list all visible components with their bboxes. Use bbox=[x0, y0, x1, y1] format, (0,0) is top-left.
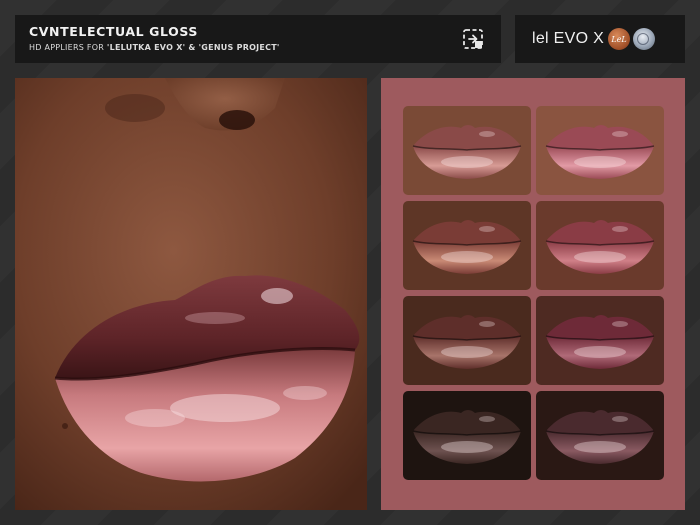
product-subtitle: HD APPLIERS FOR 'LELUTKA EVO X' & 'GENUS… bbox=[29, 43, 487, 53]
shade-swatch-3 bbox=[403, 201, 531, 290]
product-title: CVNTELECTUAL GLOSS bbox=[29, 24, 198, 39]
main-lips-illustration bbox=[15, 78, 367, 510]
shade-swatch-8 bbox=[536, 391, 664, 480]
lips-swatch-image bbox=[403, 201, 531, 290]
lelutka-logo: LeL bbox=[608, 28, 631, 50]
subtitle-bold: 'LELUTKA EVO X' & 'GENUS PROJECT' bbox=[106, 43, 280, 52]
title-bar: CVNTELECTUAL GLOSS HD APPLIERS FOR 'LELU… bbox=[15, 15, 501, 63]
lips-swatch-image bbox=[403, 296, 531, 385]
appliers-icon bbox=[463, 29, 483, 49]
lips-swatch-image bbox=[403, 106, 531, 195]
shade-swatch-7 bbox=[403, 391, 531, 480]
brand-bar: lel EVO X LeL bbox=[515, 15, 685, 63]
shade-swatch-5 bbox=[403, 296, 531, 385]
shade-swatch-panel bbox=[381, 78, 685, 510]
shade-swatch-6 bbox=[536, 296, 664, 385]
lips-swatch-image bbox=[536, 296, 664, 385]
lips-swatch-image bbox=[403, 391, 531, 480]
brand-text: lel EVO X bbox=[532, 30, 605, 47]
subtitle-prefix: HD APPLIERS FOR bbox=[29, 43, 107, 52]
lips-swatch-image bbox=[536, 201, 664, 290]
shade-swatch-2 bbox=[536, 106, 664, 195]
lips-swatch-image bbox=[536, 391, 664, 480]
main-lips-photo bbox=[15, 78, 367, 510]
shade-swatch-4 bbox=[536, 201, 664, 290]
shade-swatch-1 bbox=[403, 106, 531, 195]
lelutka-logo-text: LeL bbox=[611, 34, 627, 44]
lips-swatch-image bbox=[536, 106, 664, 195]
genus-logo bbox=[633, 28, 656, 50]
